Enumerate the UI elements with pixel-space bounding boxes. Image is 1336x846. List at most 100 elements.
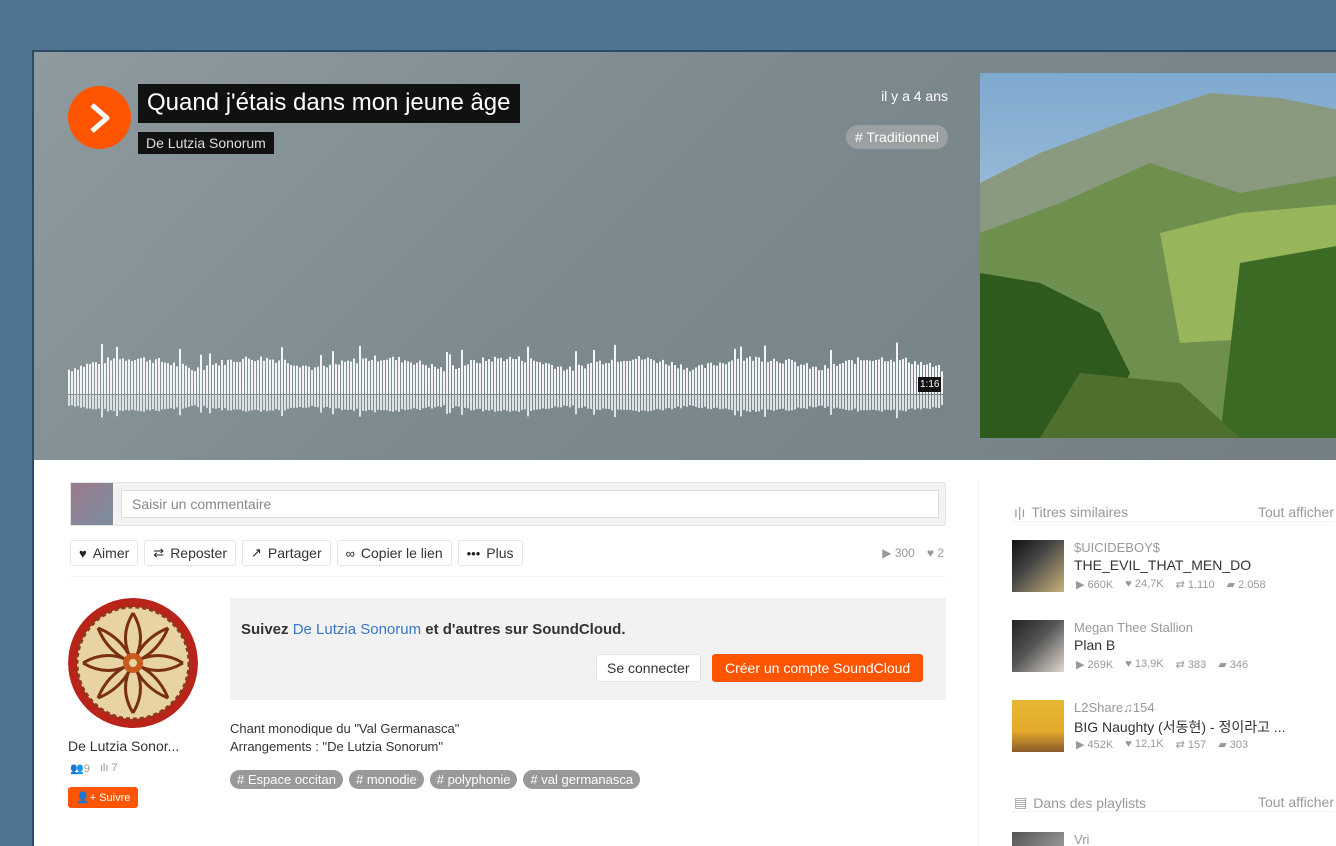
waveform-bar (740, 346, 742, 394)
share-button[interactable]: ↗ Partager (242, 540, 331, 566)
reposts-stat: ⇄ 157 (1176, 738, 1207, 751)
waveform-bar-reflection (146, 395, 148, 410)
similar-track-item[interactable]: $UICIDEBOY$ THE_EVIL_THAT_MEN_DO ▶ 660K … (1012, 540, 1336, 596)
waveform-bar-reflection (725, 395, 727, 409)
waveform-bar (812, 366, 814, 394)
playlists-view-all-link[interactable]: Tout afficher (1258, 794, 1334, 810)
waveform-bar-reflection (770, 395, 772, 410)
waveform-bar-reflection (515, 395, 517, 411)
tag[interactable]: # monodie (349, 770, 424, 789)
waveform-bar-reflection (413, 395, 415, 409)
add-user-icon: 👤+ (76, 792, 97, 804)
track-title-link[interactable]: BIG Naughty (서동현) - 정이라고 ... (1074, 717, 1286, 737)
waveform-bar-reflection (485, 395, 487, 410)
plays-value: 452K (1087, 739, 1114, 751)
waveform-bar-reflection (173, 395, 175, 410)
track-title-link[interactable]: Plan B (1074, 637, 1115, 653)
waveform-bar-reflection (89, 395, 91, 409)
waveform-bar (443, 371, 445, 394)
waveform[interactable] (68, 314, 944, 424)
share-icon: ↗ (251, 545, 262, 560)
waveform-bar (683, 369, 685, 394)
create-account-button[interactable]: Créer un compte SoundCloud (712, 654, 924, 682)
waveform-bar (236, 361, 238, 394)
waveform-bar-reflection (104, 395, 106, 409)
tag[interactable]: # Espace occitan (230, 770, 344, 789)
track-user[interactable]: L2Share♫154 (1074, 700, 1155, 715)
waveform-bar-reflection (902, 395, 904, 411)
artist-name[interactable]: De Lutzia Sonor... (68, 738, 179, 754)
waveform-bar-reflection (164, 395, 166, 410)
action-bar: ♥ Aimer ⇄ Reposter ↗ Partager ∞ Copier l… (70, 540, 523, 568)
waveform-bar (275, 362, 277, 394)
waveform-bar (695, 367, 697, 394)
waveform-bar (392, 356, 394, 394)
track-user[interactable]: $UICIDEBOY$ (1074, 540, 1160, 555)
waveform-bar-reflection (773, 395, 775, 411)
repost-button[interactable]: ⇄ Reposter (144, 540, 236, 566)
waveform-bar-reflection (152, 395, 154, 410)
similar-track-item[interactable]: Megan Thee Stallion Plan B ▶ 269K ♥ 13,9… (1012, 620, 1336, 676)
waveform-bar-reflection (305, 395, 307, 408)
waveform-bar (173, 362, 175, 394)
play-button[interactable] (68, 86, 131, 149)
waveform-bar (758, 357, 760, 394)
waveform-bar (197, 367, 199, 394)
waveform-bar-reflection (86, 395, 88, 409)
waveform-bar-reflection (866, 395, 868, 411)
waveform-bar (302, 365, 304, 394)
tag[interactable]: # val germanasca (523, 770, 641, 789)
waveform-bar (254, 361, 256, 394)
waveform-bar (566, 369, 568, 394)
waveform-bar-reflection (80, 395, 82, 408)
waveform-bar-reflection (614, 395, 616, 418)
similar-view-all-link[interactable]: Tout afficher (1258, 504, 1334, 520)
waveform-bar-reflection (248, 395, 250, 411)
waveform-bar (800, 364, 802, 394)
login-button[interactable]: Se connecter (596, 654, 701, 682)
waveform-bar-reflection (419, 395, 421, 411)
waveform-bar-reflection (359, 395, 361, 417)
waveform-bar (449, 354, 451, 394)
waveform-bar-reflection (626, 395, 628, 410)
waveform-bar-reflection (683, 395, 685, 406)
waveform-bar-reflection (635, 395, 637, 411)
copy-link-button[interactable]: ∞ Copier le lien (336, 540, 452, 566)
waveform-bar (692, 369, 694, 394)
tracks-count[interactable]: ılı 7 (100, 762, 118, 775)
track-user[interactable]: Megan Thee Stallion (1074, 620, 1193, 635)
playlist-user[interactable]: Vri (1074, 832, 1089, 846)
track-date: il y a 4 ans (881, 88, 948, 104)
waveform-bar (476, 362, 478, 394)
tag[interactable]: # polyphonie (429, 770, 518, 789)
track-artist-link[interactable]: De Lutzia Sonorum (138, 132, 274, 154)
waveform-bar (194, 371, 196, 394)
track-title-link[interactable]: THE_EVIL_THAT_MEN_DO (1074, 557, 1251, 573)
tag-list: # Espace occitan # monodie # polyphonie … (230, 770, 641, 789)
playlist-item[interactable]: Vri (1012, 832, 1336, 846)
signup-artist-link[interactable]: De Lutzia Sonorum (293, 621, 421, 638)
waveform-bar (377, 361, 379, 394)
waveform-bar-reflection (176, 395, 178, 408)
waveform-bar-reflection (428, 395, 430, 407)
artist-avatar[interactable] (68, 598, 198, 728)
waveform-bar (473, 360, 475, 394)
comment-input[interactable] (121, 490, 939, 518)
waveform-bar (263, 360, 265, 394)
waveform-bar-reflection (671, 395, 673, 410)
waveform-bar-reflection (356, 395, 358, 409)
waveform-bar (791, 360, 793, 394)
followers-count[interactable]: 👥9 (70, 762, 90, 775)
like-button[interactable]: ♥ Aimer (70, 540, 139, 566)
waveform-bar-reflection (776, 395, 778, 410)
more-button[interactable]: ••• Plus (457, 540, 523, 566)
waveform-bar (554, 368, 556, 394)
waveform-bar-reflection (728, 395, 730, 410)
genre-tag[interactable]: # Traditionnel (845, 125, 948, 149)
follow-button[interactable]: 👤+ Suivre (68, 787, 139, 808)
similar-track-item[interactable]: L2Share♫154 BIG Naughty (서동현) - 정이라고 ...… (1012, 700, 1336, 756)
waveform-bar (890, 359, 892, 394)
waveform-bar-reflection (623, 395, 625, 410)
description-line: Arrangements : "De Lutzia Sonorum" (230, 739, 443, 754)
waveform-bar-reflection (905, 395, 907, 412)
